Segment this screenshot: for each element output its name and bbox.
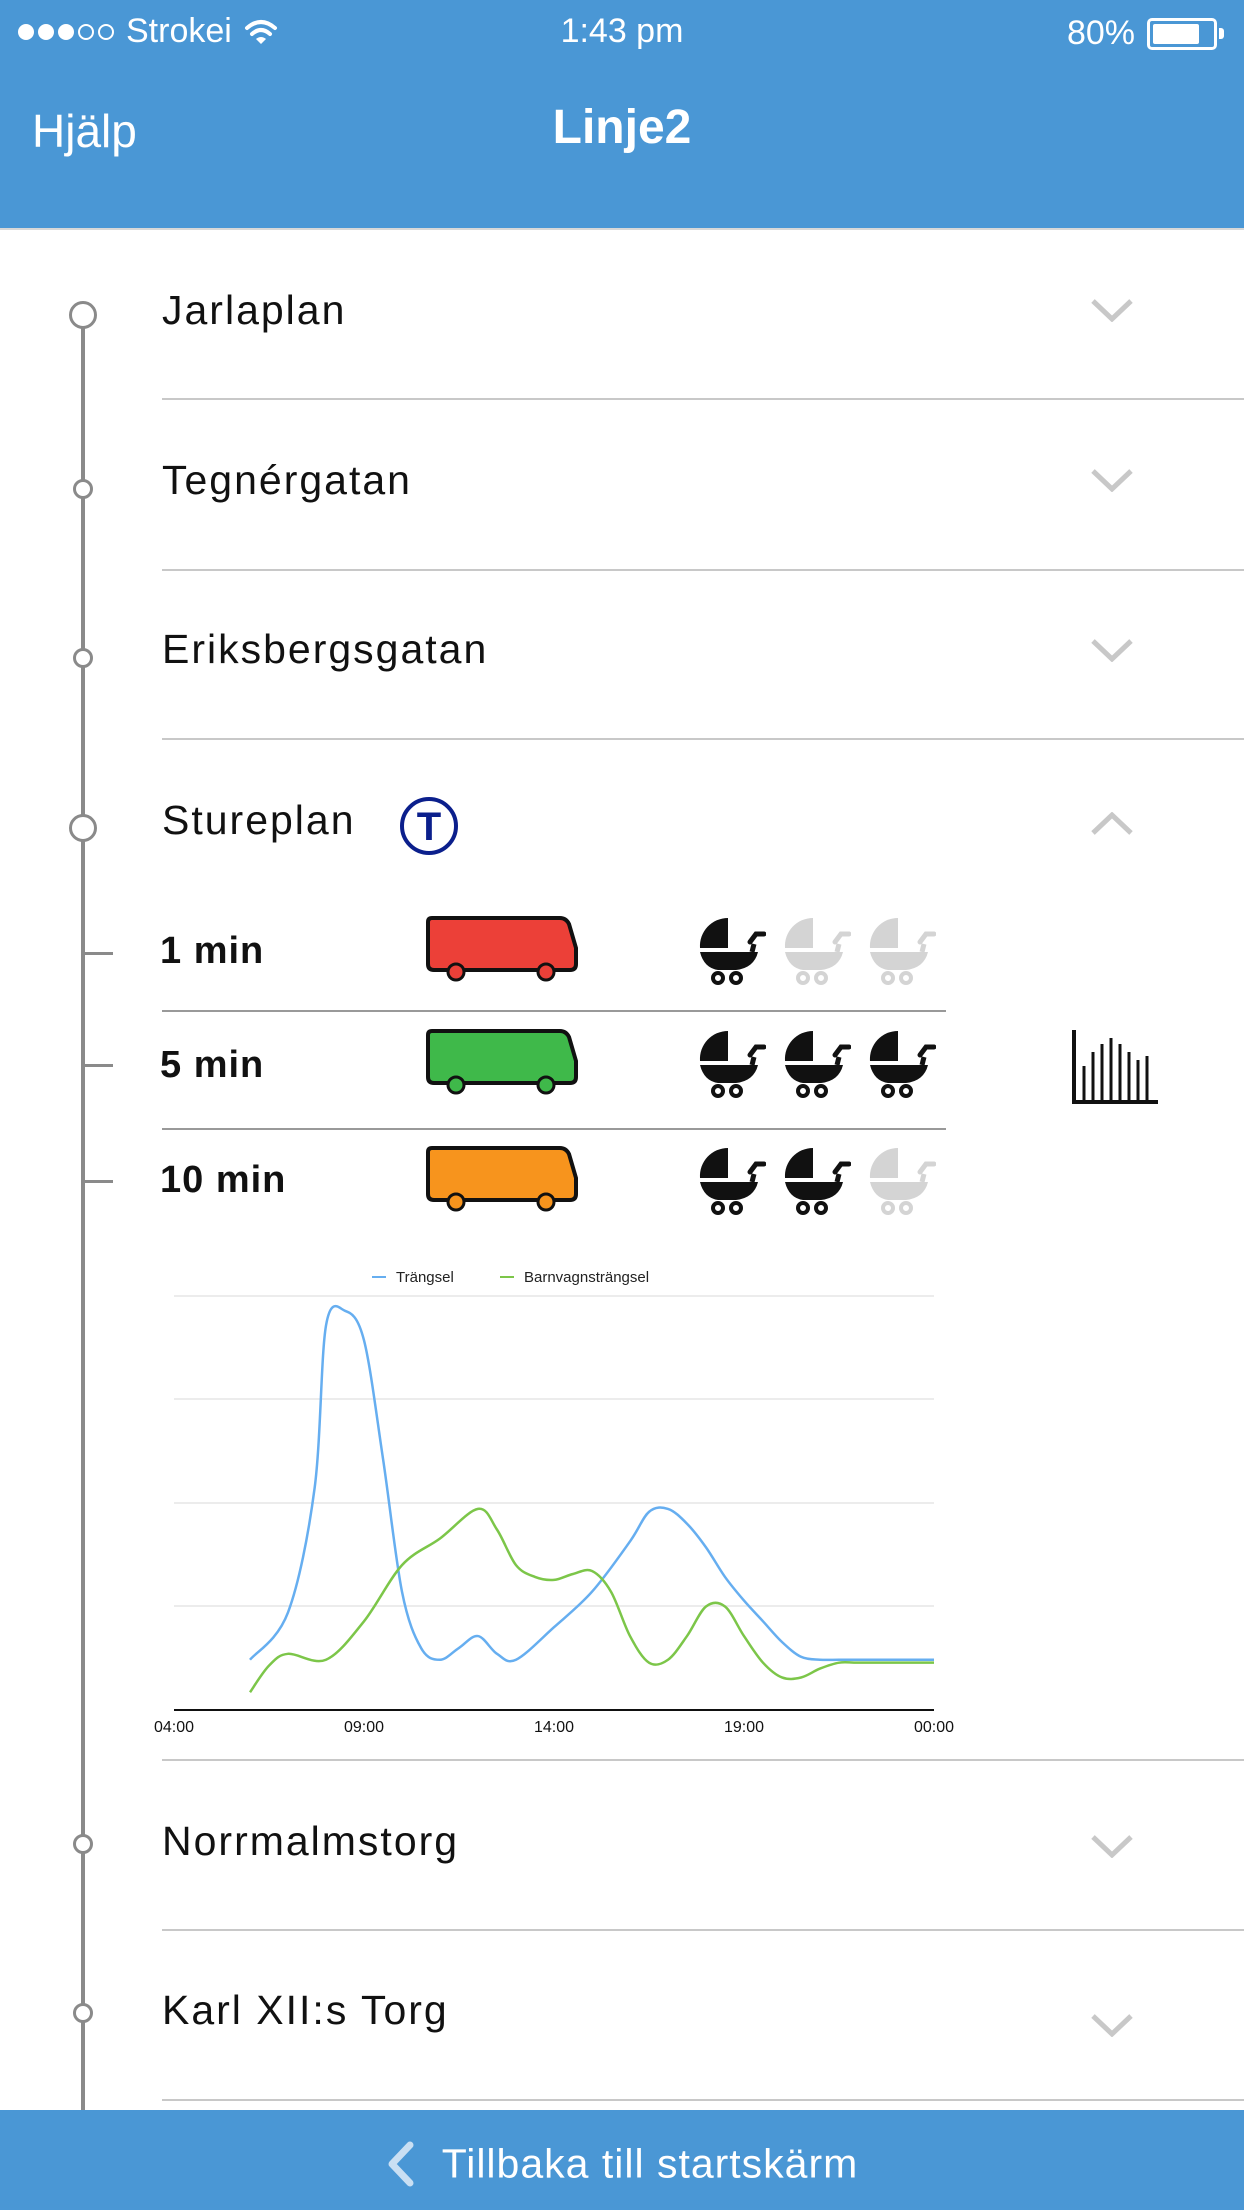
departure-tick: [83, 952, 113, 955]
bus-icon: [426, 1142, 578, 1217]
back-to-start-bar[interactable]: Tillbaka till startskärm: [0, 2110, 1244, 2210]
stop-label-karl-xii-s-torg[interactable]: Karl XII:s Torg: [162, 1987, 449, 2034]
page-title: Linje2: [552, 101, 692, 154]
bus-icon: [426, 912, 578, 987]
chevron-down-icon[interactable]: [1090, 2013, 1134, 2037]
departure-tick: [83, 1064, 113, 1067]
stop-node-icon: [69, 814, 97, 842]
pram-available-icon: [866, 1027, 937, 1099]
battery-fill: [1153, 23, 1199, 44]
pram-available-icon: [696, 914, 767, 986]
pram-available-icon: [696, 1027, 767, 1099]
chevron-up-icon[interactable]: [1090, 812, 1134, 836]
departure-tick: [83, 1180, 113, 1183]
stop-divider: [162, 398, 1244, 400]
pram-available-icon: [781, 1027, 852, 1099]
chart-series-line: [248, 1507, 934, 1693]
battery-percent: 80%: [1066, 14, 1135, 52]
chevron-left-icon: [388, 2141, 414, 2187]
departure-time: 10 min: [160, 1159, 287, 1201]
chevron-down-icon[interactable]: [1090, 298, 1134, 322]
chart-x-tick-label: 19:00: [724, 1719, 764, 1736]
stop-node-icon: [73, 648, 93, 668]
histogram-icon[interactable]: [1068, 1026, 1162, 1106]
departure-divider: [162, 1010, 946, 1012]
chart-x-tick-label: 14:00: [534, 1719, 574, 1736]
stop-label-jarlaplan[interactable]: Jarlaplan: [162, 287, 346, 334]
crowding-chart: 04:00 09:00 14:00 19:00 00:00 Trängsel Barnvag…: [154, 1269, 954, 1736]
battery-indicator: 80%: [1067, 14, 1224, 53]
stop-label-tegnergatan[interactable]: Tegnérgatan: [162, 457, 412, 504]
pram-unavailable-icon: [781, 914, 852, 986]
stop-label-norrmalmstorg[interactable]: Norrmalmstorg: [162, 1818, 459, 1865]
status-time: 1:43 pm: [560, 12, 684, 50]
stop-divider: [162, 2099, 1244, 2101]
pram-unavailable-icon: [866, 914, 937, 986]
stop-divider: [162, 1759, 1244, 1761]
status-bar: Strokei 1:43 pm 80%: [0, 10, 1244, 54]
stop-node-icon: [69, 301, 97, 329]
battery-icon: [1147, 17, 1217, 50]
chevron-down-icon[interactable]: [1090, 468, 1134, 492]
pram-available-icon: [696, 1144, 767, 1216]
app-header: Strokei 1:43 pm 80% Hjälp Linje2: [0, 0, 1244, 228]
chart-x-tick-label: 09:00: [344, 1719, 384, 1736]
stop-label-stureplan[interactable]: Stureplan: [162, 797, 356, 844]
bus-icon: [426, 1025, 578, 1100]
back-button[interactable]: Tillbaka till startskärm: [0, 2138, 1244, 2188]
battery-tip: [1219, 28, 1224, 39]
stop-divider: [162, 738, 1244, 740]
stop-node-icon: [73, 2003, 93, 2023]
chart-series-line: [249, 1304, 934, 1663]
stop-divider: [162, 569, 1244, 571]
metro-badge-letter: T: [417, 805, 441, 849]
chart-x-tick-label: 04:00: [154, 1719, 194, 1736]
pram-unavailable-icon: [866, 1144, 937, 1216]
stop-divider: [162, 1929, 1244, 1931]
stop-label-eriksbergsgatan[interactable]: Eriksbergsgatan: [162, 626, 488, 673]
stop-node-icon: [73, 479, 93, 499]
pram-available-icon: [781, 1144, 852, 1216]
stop-node-icon: [73, 1834, 93, 1854]
departure-time: 1 min: [160, 930, 265, 972]
header-divider: [0, 228, 1244, 230]
chart-legend-label: Trängsel: [396, 1269, 454, 1286]
back-label: Tillbaka till startskärm: [441, 2140, 859, 2187]
chevron-down-icon[interactable]: [1090, 1834, 1134, 1858]
departure-divider: [162, 1128, 946, 1130]
chevron-down-icon[interactable]: [1090, 638, 1134, 662]
chart-x-tick-label: 00:00: [914, 1719, 954, 1736]
chart-legend-label: Barnvagnsträngsel: [524, 1269, 649, 1286]
departure-time: 5 min: [160, 1044, 265, 1086]
metro-badge-icon: T: [400, 797, 458, 855]
